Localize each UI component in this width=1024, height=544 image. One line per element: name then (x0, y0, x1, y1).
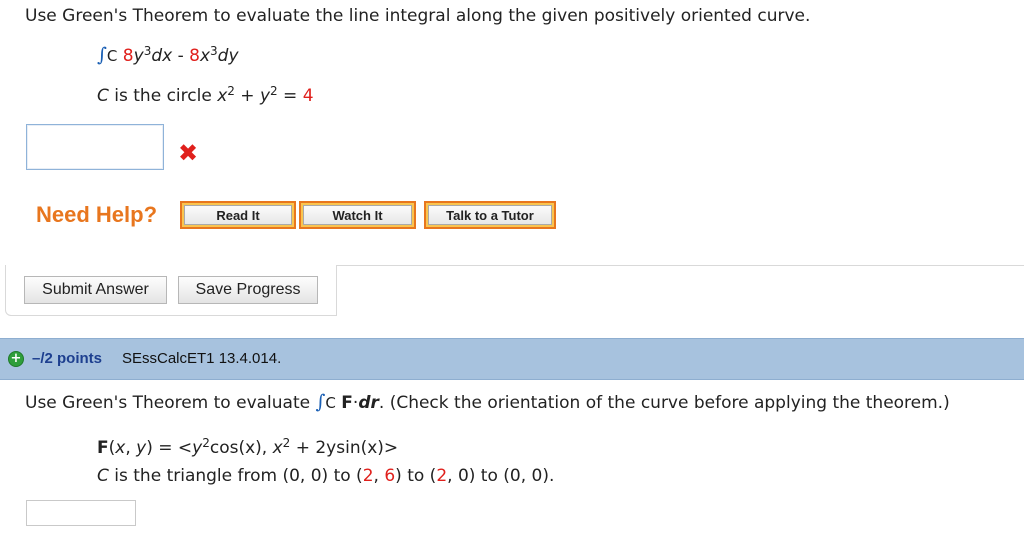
need-help-label: Need Help? (36, 202, 158, 227)
submit-answer-button[interactable]: Submit Answer (24, 276, 167, 304)
action-panel-top-divider (336, 265, 1024, 266)
q1-instruction: Use Green's Theorem to evaluate the line… (25, 6, 811, 26)
q1-answer-input[interactable] (26, 124, 164, 170)
triangle-text-3: , 0) to (0, 0). (447, 466, 555, 486)
points-label: –/2 points (32, 350, 103, 367)
q2-triangle-description: C is the triangle from (0, 0) to (2, 6) … (97, 466, 554, 486)
differential-dr: dr (358, 393, 379, 413)
circle-y-exponent: 2 (270, 84, 278, 98)
field-equals: = (152, 438, 178, 458)
equals-sign: = (277, 86, 303, 106)
vertex-a: 2 (362, 466, 374, 486)
vector-open-bracket: < (177, 438, 193, 458)
field-name: F (97, 438, 109, 458)
vector-field-F: F (341, 393, 353, 413)
vector-close-bracket: > (383, 438, 399, 458)
integral-symbol: ∫ (97, 44, 107, 66)
arg-comma: , (125, 438, 137, 458)
q2-answer-input[interactable] (26, 500, 136, 526)
q2-integral-subscript: C (325, 394, 336, 412)
variable-y: y (133, 46, 144, 66)
triangle-curve-label: C (97, 466, 109, 486)
circle-x-exponent: 2 (227, 84, 235, 98)
read-it-button[interactable]: Read It (180, 201, 296, 229)
q2-instruction-end: . (Check the orientation of the curve be… (378, 393, 950, 413)
question-2-header: + –/2 points SEssCalcET1 13.4.014. (0, 338, 1024, 380)
curve-label: C (97, 86, 109, 106)
q1-curve-description: C is the circle x2 + y2 = 4 (97, 84, 314, 106)
q2-vector-field: F(x, y) = <y2cos(x), x2 + 2ysin(x)> (97, 436, 399, 458)
component2-x: x (272, 438, 283, 458)
question-id: SEssCalcET1 13.4.014. (122, 350, 282, 367)
q2-instruction: Use Green's Theorem to evaluate ∫C F·dr.… (25, 391, 950, 413)
integral-subscript: C (106, 47, 118, 65)
minus-sign: - (172, 46, 190, 66)
component1-exponent: 2 (202, 436, 210, 450)
component1-rest: cos(x), (209, 438, 273, 458)
talk-to-tutor-label: Talk to a Tutor (428, 205, 552, 225)
expand-plus-icon[interactable]: + (8, 351, 24, 367)
differential-dy: dy (217, 46, 239, 66)
coefficient-2: 8 (189, 46, 200, 66)
exponent-2: 3 (210, 44, 218, 58)
circle-y: y (259, 86, 271, 106)
triangle-text-1: is the triangle from (0, 0) to ( (108, 466, 363, 486)
talk-to-tutor-button[interactable]: Talk to a Tutor (424, 201, 556, 229)
circle-x: x (217, 86, 228, 106)
paren-close: ) (146, 438, 153, 458)
coefficient-1: 8 (122, 46, 134, 66)
vertex-c: 2 (436, 466, 448, 486)
plus-sign: + (234, 86, 260, 106)
q2-instruction-start: Use Green's Theorem to evaluate (25, 393, 316, 413)
curve-text: is the circle (108, 86, 218, 106)
arg-y: y (136, 438, 147, 458)
q1-integral-expression: ∫C 8y3dx - 8x3dy (97, 44, 239, 66)
component1-y: y (192, 438, 203, 458)
watch-it-button[interactable]: Watch It (299, 201, 416, 229)
x-mark-icon: ✖ (178, 139, 199, 167)
save-progress-button[interactable]: Save Progress (178, 276, 318, 304)
arg-x: x (115, 438, 126, 458)
vertex-b: 6 (384, 466, 396, 486)
component2-rest: + 2ysin(x) (290, 438, 384, 458)
vertex-comma: , (373, 466, 385, 486)
circle-radius-squared: 4 (302, 86, 314, 106)
triangle-text-2: ) to ( (395, 466, 437, 486)
variable-x: x (199, 46, 211, 66)
differential-dx: dx (151, 46, 173, 66)
q2-integral-symbol: ∫ (315, 391, 326, 413)
read-it-label: Read It (184, 205, 292, 225)
watch-it-label: Watch It (303, 205, 412, 225)
